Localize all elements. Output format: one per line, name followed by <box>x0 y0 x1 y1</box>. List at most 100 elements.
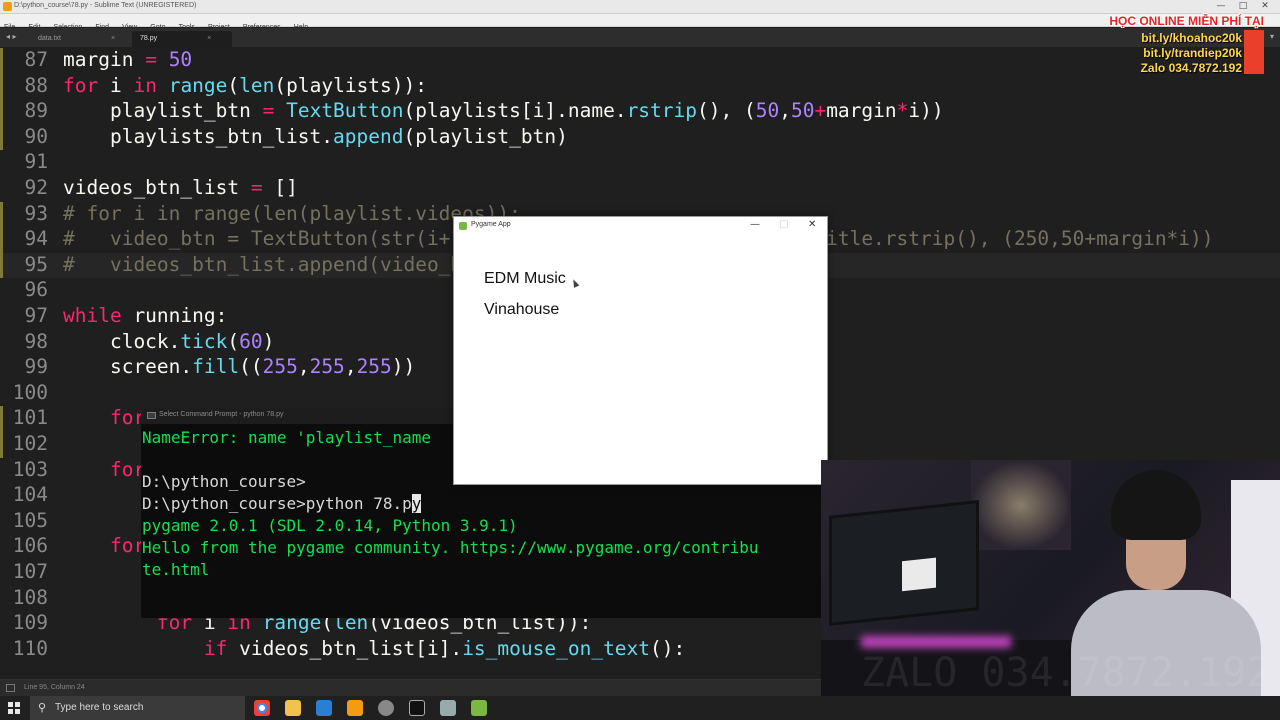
pygame-maximize-button[interactable]: □ <box>779 219 788 230</box>
line-number: 93 <box>24 201 48 225</box>
webcam-rgb-glow <box>861 636 1011 648</box>
line-number: 100 <box>12 380 48 404</box>
pygame-window[interactable]: Pygame App — □ ✕ EDM Music Vinahouse <box>453 216 828 485</box>
code-token: in <box>133 73 157 97</box>
line-number: 106 <box>12 534 48 558</box>
paint-icon[interactable] <box>440 700 456 716</box>
code-token: + <box>814 99 827 123</box>
modified-line-marker <box>0 99 3 125</box>
minimize-button[interactable]: — <box>1210 1 1232 11</box>
cmd-line: D:\python_course> <box>142 472 306 491</box>
line-number: 99 <box>24 355 48 379</box>
windows-start-icon[interactable] <box>8 702 20 714</box>
line-number: 107 <box>12 560 48 583</box>
webcam-overlay: ZALO 034.7872.192 <box>821 460 1280 720</box>
code-token: videos_btn_list <box>63 176 251 199</box>
line-number: 91 <box>24 150 48 174</box>
modified-line-marker <box>0 227 3 253</box>
code-line[interactable]: 88 for i in range(len(playlists)): <box>0 73 1280 100</box>
code-token: (( <box>239 355 263 379</box>
close-button[interactable]: ✕ <box>1254 1 1276 11</box>
code-token: )) <box>391 355 416 379</box>
code-token: , <box>297 355 310 379</box>
line-number: 110 <box>12 636 48 660</box>
code-token: for <box>109 534 146 558</box>
code-token: is_mouse_on_text <box>462 636 651 660</box>
code-token: 50 <box>790 99 815 123</box>
promo-link: bit.ly/trandiep20k <box>1143 46 1242 60</box>
code-token: 60 <box>239 329 263 353</box>
taskbar: ⚲ Type here to search <box>0 696 1280 720</box>
promo-title: HỌC ONLINE MIỄN PHÍ TẠI <box>1109 14 1264 28</box>
line-number: 103 <box>12 457 48 481</box>
code-token: len <box>239 73 275 97</box>
code-token: margin <box>826 99 897 123</box>
code-token: TextButton <box>286 99 404 123</box>
line-number: 89 <box>24 99 48 123</box>
code-token: , <box>344 355 357 379</box>
modified-line-marker <box>0 73 3 100</box>
settings-icon[interactable] <box>378 700 394 716</box>
pygame-titlebar[interactable]: Pygame App — □ ✕ <box>454 217 827 235</box>
panel-toggle-icon[interactable] <box>6 684 15 692</box>
modified-line-marker <box>0 252 3 279</box>
file-explorer-icon[interactable] <box>285 700 301 716</box>
code-token: = <box>145 48 157 71</box>
tab-label: 78.py <box>140 35 158 42</box>
tab-nav-arrows-icon[interactable]: ◂ ▸ <box>6 32 17 41</box>
line-number: 96 <box>24 278 48 302</box>
code-token: while <box>63 304 122 327</box>
sublime-icon <box>3 2 12 11</box>
mail-icon[interactable] <box>316 700 332 716</box>
code-token: rstrip <box>626 99 698 123</box>
code-line[interactable]: 89 playlist_btn = TextButton(playlists[i… <box>0 99 1280 125</box>
taskbar-search[interactable]: ⚲ Type here to search <box>30 696 245 720</box>
code-token: (playlist_btn) <box>403 124 568 148</box>
cursor-position: Line 95, Column 24 <box>24 684 85 691</box>
cmd-title: Select Command Prompt - python 78.py <box>159 411 284 418</box>
maximize-button[interactable]: □ <box>1232 1 1254 11</box>
sublime-taskbar-icon[interactable] <box>347 700 363 716</box>
terminal-icon[interactable] <box>409 700 425 716</box>
playlist-button-vinahouse[interactable]: Vinahouse <box>484 301 559 319</box>
promo-phone: Zalo 034.7872.192 <box>1140 61 1242 75</box>
modified-line-marker <box>0 201 3 228</box>
cmd-icon <box>147 412 156 419</box>
line-number: 108 <box>12 585 48 609</box>
tab-data-txt[interactable]: data.txt × <box>30 31 130 47</box>
line-number: 95 <box>24 252 48 276</box>
pygame-taskbar-icon[interactable] <box>471 700 487 716</box>
pygame-close-button[interactable]: ✕ <box>808 219 816 230</box>
code-token: (playlists[i].name. <box>403 99 627 123</box>
mouse-cursor-icon <box>570 278 580 288</box>
line-number: 87 <box>24 48 48 71</box>
code-token: running: <box>121 304 228 327</box>
cmd-line: Hello from the pygame community. https:/… <box>142 538 759 557</box>
code-token: 50 <box>755 99 780 123</box>
code-token: videos_btn_list[i]. <box>227 636 463 660</box>
line-number: 101 <box>12 406 48 430</box>
tab-bar: ◂ ▸ data.txt × 78.py × ▾ <box>0 28 1280 47</box>
playlist-button-edm-music[interactable]: EDM Music <box>484 270 566 288</box>
menu-bar: File Edit Selection Find View Goto Tools… <box>0 14 1280 31</box>
code-token: margin <box>63 48 146 71</box>
tab-close-icon[interactable]: × <box>111 35 115 42</box>
line-number: 94 <box>24 227 48 251</box>
code-token: 255 <box>356 355 392 379</box>
code-token: append <box>333 124 404 148</box>
code-line[interactable]: 91 <box>0 150 1280 176</box>
promo-badge-icon <box>1244 30 1264 74</box>
code-line[interactable]: 87 margin = 50 <box>0 48 1280 74</box>
code-line[interactable]: 90 playlists_btn_list.append(playlist_bt… <box>0 124 1280 151</box>
pygame-minimize-button[interactable]: — <box>750 219 760 230</box>
code-token: ) <box>262 329 275 353</box>
window-titlebar: D:\python_course\78.py - Sublime Text (U… <box>0 0 1280 14</box>
code-line[interactable]: 92 videos_btn_list = [] <box>0 176 1280 202</box>
chrome-icon[interactable] <box>254 700 270 716</box>
code-token: = <box>250 176 263 199</box>
tab-close-icon[interactable]: × <box>207 35 211 42</box>
cmd-line: NameError: name 'playlist_name <box>142 428 431 447</box>
tab-78-py[interactable]: 78.py × <box>132 31 232 47</box>
